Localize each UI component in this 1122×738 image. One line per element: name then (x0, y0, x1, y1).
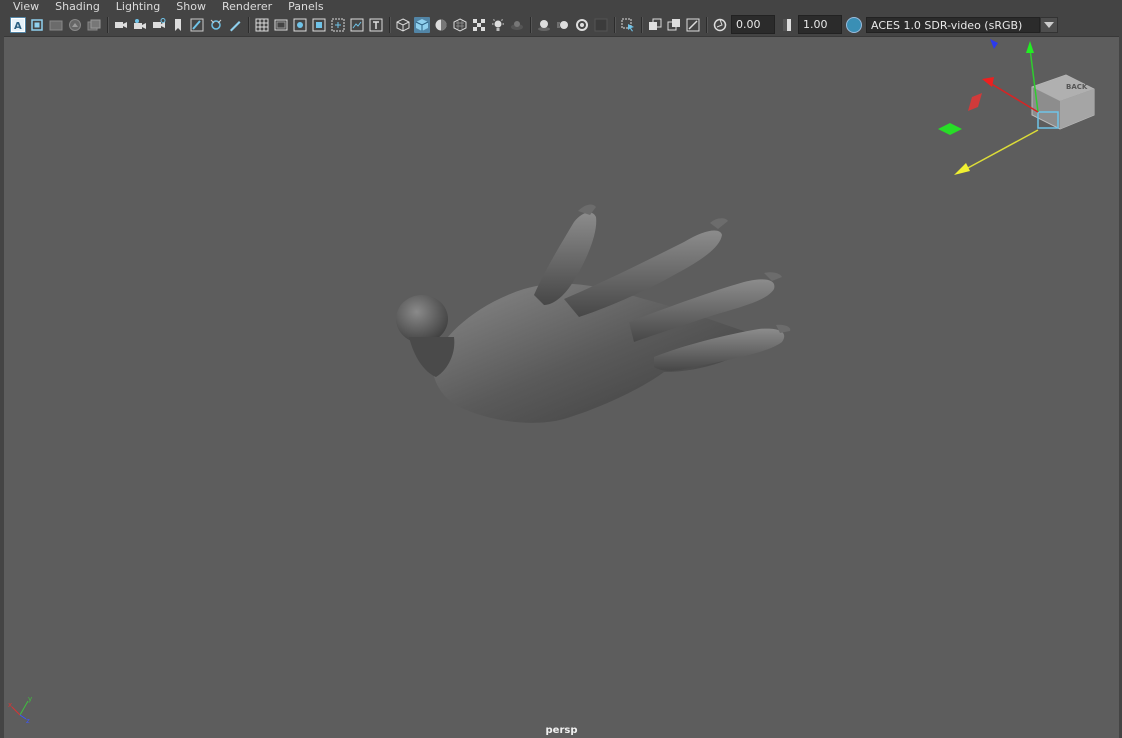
grid-icon[interactable] (254, 17, 270, 33)
menu-renderer[interactable]: Renderer (213, 0, 279, 13)
bookmark-flag-icon[interactable] (170, 17, 186, 33)
color-space-dropdown-button[interactable] (1040, 16, 1058, 33)
camera-name-label: persp (545, 725, 578, 736)
toolbar-separator (706, 16, 708, 33)
safe-action-icon[interactable] (330, 17, 346, 33)
axis-label-z: z (26, 717, 30, 725)
axis-label-y: y (28, 695, 32, 703)
resolution-gate-icon[interactable] (292, 17, 308, 33)
checker-icon[interactable] (471, 17, 487, 33)
camera-move-icon[interactable] (132, 17, 148, 33)
camera-frame-icon[interactable] (151, 17, 167, 33)
hand-mesh[interactable] (396, 204, 791, 423)
shaded-wireframe-icon[interactable] (433, 17, 449, 33)
origin-axis-indicator: y x z (8, 695, 32, 725)
film-gate-icon[interactable] (273, 17, 289, 33)
toolbar-separator (389, 16, 391, 33)
motion-blur-icon[interactable] (555, 17, 571, 33)
gamma-icon[interactable] (779, 17, 795, 33)
lighting-icon[interactable] (490, 17, 506, 33)
menu-show[interactable]: Show (167, 0, 213, 13)
grease-pencil-icon[interactable] (189, 17, 205, 33)
view-cube-face-label: BACK (1066, 83, 1088, 91)
gate-mask-icon[interactable] (208, 17, 224, 33)
xray-joints-icon[interactable] (666, 17, 682, 33)
menu-lighting[interactable]: Lighting (107, 0, 167, 13)
menu-view[interactable]: View (4, 0, 46, 13)
toolbar-separator (641, 16, 643, 33)
exposure-input[interactable] (731, 15, 775, 34)
xray-icon[interactable] (647, 17, 663, 33)
camera-attributes-icon[interactable] (29, 17, 45, 33)
wireframe-icon[interactable] (395, 17, 411, 33)
gamma-input[interactable] (798, 15, 842, 34)
textured-icon[interactable] (452, 17, 468, 33)
chevron-down-icon (1044, 21, 1054, 28)
smooth-shade-icon[interactable] (414, 16, 430, 33)
safe-title-icon[interactable] (349, 17, 365, 33)
depth-of-field-icon[interactable] (593, 17, 609, 33)
select-camera-button[interactable]: A (10, 16, 26, 33)
xray-active-components-icon[interactable] (685, 17, 701, 33)
menu-shading[interactable]: Shading (46, 0, 107, 13)
menu-panels[interactable]: Panels (279, 0, 330, 13)
manipulator-gizmo[interactable] (938, 39, 1039, 175)
text-overlay-icon[interactable] (368, 17, 384, 33)
color-management-icon[interactable] (846, 16, 862, 33)
shadows-icon[interactable] (509, 17, 525, 33)
isolate-select-icon[interactable] (620, 17, 636, 33)
camera-icon[interactable] (113, 17, 129, 33)
two-d-pan-zoom-icon[interactable] (86, 17, 102, 33)
svg-text:A: A (14, 21, 22, 32)
view-cube[interactable]: BACK (1031, 74, 1095, 130)
color-space-select[interactable]: ACES 1.0 SDR-video (sRGB) (866, 16, 1040, 33)
panel-toolbar: A 0.00 1.00 ACES 1.0 SDR-video (sRGB) (4, 13, 1119, 37)
image-plane-icon[interactable] (67, 17, 83, 33)
pencil-icon[interactable] (227, 17, 243, 33)
axis-label-x: x (8, 701, 12, 709)
ambient-occlusion-icon[interactable] (536, 17, 552, 33)
field-chart-icon[interactable] (311, 17, 327, 33)
toolbar-separator (614, 16, 616, 33)
exposure-icon[interactable] (712, 17, 728, 33)
panel-menubar: View Shading Lighting Show Renderer Pane… (4, 0, 1119, 13)
toolbar-separator (107, 16, 109, 33)
viewport-persp[interactable]: BACK y x z persp (4, 37, 1119, 738)
toolbar-separator (248, 16, 250, 33)
bookmarks-icon[interactable] (48, 17, 64, 33)
toolbar-separator (530, 16, 532, 33)
anti-aliasing-icon[interactable] (574, 17, 590, 33)
